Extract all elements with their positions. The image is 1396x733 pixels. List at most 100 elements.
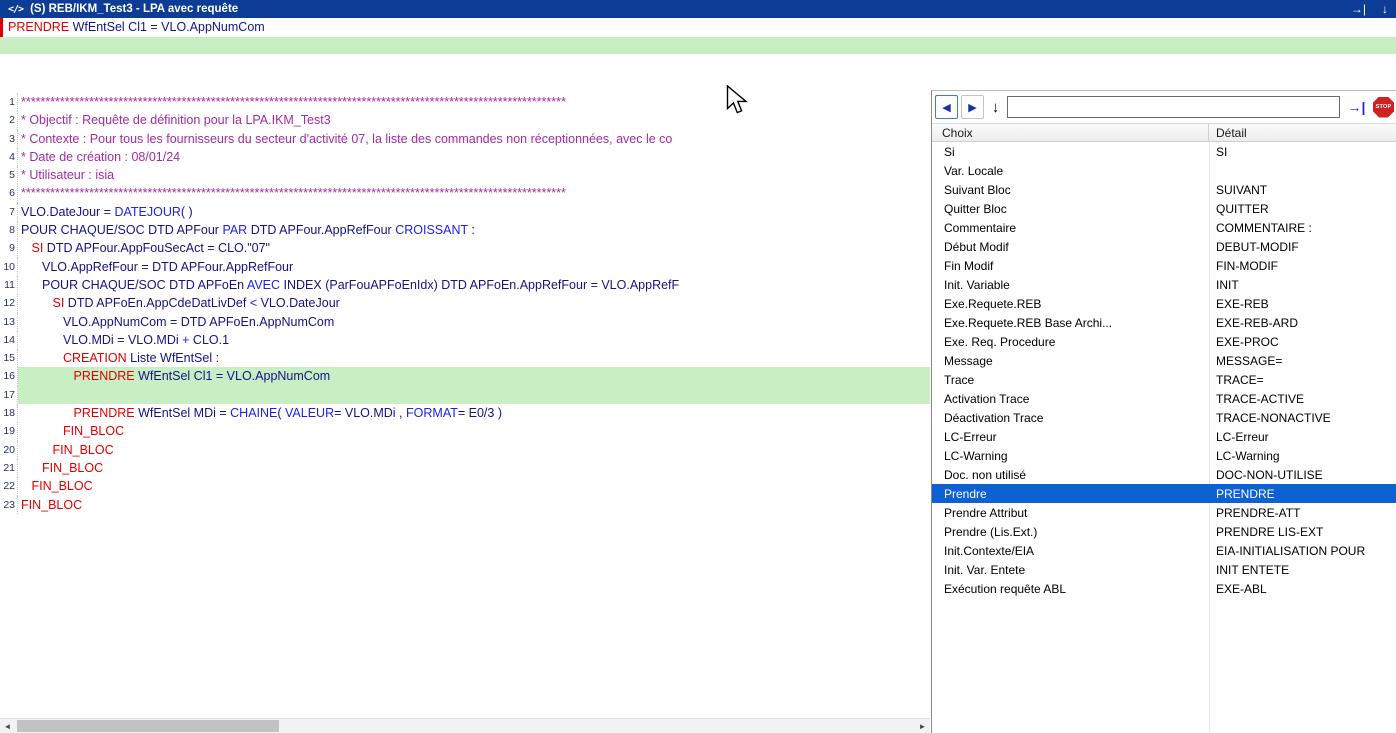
- code-line-content[interactable]: VLO.MDi = VLO.MDi + CLO.1: [18, 331, 930, 349]
- code-line[interactable]: 9SI DTD APFour.AppFouSecAct = CLO."07": [0, 239, 930, 257]
- code-segment: DTD APFour.AppFouSecAct = CLO."07": [43, 241, 270, 255]
- scroll-right-button[interactable]: ►: [915, 719, 930, 733]
- code-line[interactable]: 11POUR CHAQUE/SOC DTD APFoEn AVEC INDEX …: [0, 276, 930, 294]
- code-line[interactable]: 13VLO.AppNumCom = DTD APFoEn.AppNumCom: [0, 313, 930, 331]
- code-line-content[interactable]: ****************************************…: [18, 93, 930, 111]
- code-line-content[interactable]: PRENDRE WfEntSel MDi = CHAINE( VALEUR= V…: [18, 404, 930, 422]
- code-line[interactable]: 6***************************************…: [0, 184, 930, 202]
- code-line-content[interactable]: FIN_BLOC: [18, 477, 930, 495]
- choice-row[interactable]: TraceTRACE=: [932, 370, 1396, 389]
- code-line-content[interactable]: * Date de création : 08/01/24: [18, 148, 930, 166]
- code-line[interactable]: 18PRENDRE WfEntSel MDi = CHAINE( VALEUR=…: [0, 404, 930, 422]
- choice-row[interactable]: Exe. Req. ProcedureEXE-PROC: [932, 332, 1396, 351]
- column-header-choix[interactable]: Choix: [932, 124, 1209, 141]
- code-editor[interactable]: 1***************************************…: [0, 90, 930, 733]
- choice-row[interactable]: PrendrePRENDRE: [932, 484, 1396, 503]
- choice-row[interactable]: MessageMESSAGE=: [932, 351, 1396, 370]
- code-line[interactable]: 4* Date de création : 08/01/24: [0, 148, 930, 166]
- scrollbar-track[interactable]: [15, 719, 915, 733]
- choice-row[interactable]: Init. Var. EnteteINIT ENTETE: [932, 560, 1396, 579]
- choice-row[interactable]: Suivant BlocSUIVANT: [932, 180, 1396, 199]
- horizontal-scrollbar[interactable]: ◄ ►: [0, 718, 930, 733]
- code-line[interactable]: 16PRENDRE WfEntSel Cl1 = VLO.AppNumCom: [0, 367, 930, 385]
- code-line-content[interactable]: CREATION Liste WfEntSel :: [18, 349, 930, 367]
- code-segment: :: [468, 223, 475, 237]
- insert-down-button[interactable]: ↓: [987, 95, 1004, 119]
- code-line[interactable]: 5* Utilisateur : isia: [0, 166, 930, 184]
- choice-row[interactable]: Prendre (Lis.Ext.)PRENDRE LIS-EXT: [932, 522, 1396, 541]
- choice-row[interactable]: Init. VariableINIT: [932, 275, 1396, 294]
- code-line[interactable]: 1***************************************…: [0, 93, 930, 111]
- code-line[interactable]: 3* Contexte : Pour tous les fournisseurs…: [0, 130, 930, 148]
- code-line-content[interactable]: ****************************************…: [18, 184, 930, 202]
- code-line-content[interactable]: * Utilisateur : isia: [18, 166, 930, 184]
- choice-row[interactable]: CommentaireCOMMENTAIRE :: [932, 218, 1396, 237]
- code-line[interactable]: 15CREATION Liste WfEntSel :: [0, 349, 930, 367]
- code-line-content[interactable]: FIN_BLOC: [18, 459, 930, 477]
- search-input[interactable]: [1007, 96, 1340, 118]
- choice-row[interactable]: Déactivation TraceTRACE-NONACTIVE: [932, 408, 1396, 427]
- code-line-content[interactable]: FIN_BLOC: [18, 496, 930, 514]
- next-button[interactable]: ▶: [961, 95, 984, 119]
- choice-cell: Début Modif: [932, 240, 1209, 254]
- scroll-left-button[interactable]: ◄: [0, 719, 15, 733]
- code-line[interactable]: 19FIN_BLOC: [0, 422, 930, 440]
- code-line-content[interactable]: PRENDRE WfEntSel Cl1 = VLO.AppNumCom: [18, 367, 930, 385]
- code-line[interactable]: 22FIN_BLOC: [0, 477, 930, 495]
- column-header-detail[interactable]: Détail: [1209, 124, 1396, 141]
- down-arrow-titlebar-icon[interactable]: ↓: [1382, 2, 1388, 16]
- choice-cell: Fin Modif: [932, 259, 1209, 273]
- code-line[interactable]: 2* Objectif : Requête de définition pour…: [0, 111, 930, 129]
- choice-row[interactable]: Exécution requête ABLEXE-ABL: [932, 579, 1396, 598]
- code-line-content[interactable]: POUR CHAQUE/SOC DTD APFoEn AVEC INDEX (P…: [18, 276, 930, 294]
- code-line[interactable]: 20FIN_BLOC: [0, 441, 930, 459]
- choice-row[interactable]: Exe.Requete.REBEXE-REB: [932, 294, 1396, 313]
- code-line[interactable]: 14VLO.MDi = VLO.MDi + CLO.1: [0, 331, 930, 349]
- current-statement-line[interactable]: PRENDRE WfEntSel Cl1 = VLO.AppNumCom: [0, 18, 1396, 37]
- choice-row[interactable]: LC-WarningLC-Warning: [932, 446, 1396, 465]
- code-segment: CHAINE: [230, 406, 277, 420]
- code-line-content[interactable]: FIN_BLOC: [18, 441, 930, 459]
- code-line[interactable]: 8POUR CHAQUE/SOC DTD APFour PAR DTD APFo…: [0, 221, 930, 239]
- execute-button[interactable]: →|: [1343, 95, 1370, 119]
- code-line-content[interactable]: POUR CHAQUE/SOC DTD APFour PAR DTD APFou…: [18, 221, 930, 239]
- scrollbar-thumb[interactable]: [17, 720, 279, 732]
- code-line-content[interactable]: SI DTD APFour.AppFouSecAct = CLO."07": [18, 239, 930, 257]
- code-line[interactable]: 21FIN_BLOC: [0, 459, 930, 477]
- code-segment: WfEntSel MDi =: [135, 406, 231, 420]
- choice-row[interactable]: LC-ErreurLC-Erreur: [932, 427, 1396, 446]
- code-line[interactable]: 12SI DTD APFoEn.AppCdeDatLivDef < VLO.Da…: [0, 294, 930, 312]
- line-number: 4: [0, 148, 18, 166]
- code-line[interactable]: 7VLO.DateJour = DATEJOUR( ): [0, 203, 930, 221]
- choice-row[interactable]: Init.Contexte/EIAEIA-INITIALISATION POUR: [932, 541, 1396, 560]
- previous-button[interactable]: ◀: [935, 95, 958, 119]
- goto-end-titlebar-icon[interactable]: →|: [1351, 2, 1366, 16]
- choice-row[interactable]: Doc. non utiliséDOC-NON-UTILISE: [932, 465, 1396, 484]
- code-line[interactable]: 23FIN_BLOC: [0, 496, 930, 514]
- code-line-content[interactable]: VLO.DateJour = DATEJOUR( ): [18, 203, 930, 221]
- code-line[interactable]: 17: [0, 386, 930, 404]
- choice-row[interactable]: Fin ModifFIN-MODIF: [932, 256, 1396, 275]
- choice-row[interactable]: Var. Locale: [932, 161, 1396, 180]
- choice-row[interactable]: SiSI: [932, 142, 1396, 161]
- code-lines: 1***************************************…: [0, 93, 930, 514]
- code-segment: DTD APFoEn.AppCdeDatLivDef: [64, 296, 250, 310]
- statement-highlight-row[interactable]: [0, 37, 1396, 54]
- code-line[interactable]: 10VLO.AppRefFour = DTD APFour.AppRefFour: [0, 258, 930, 276]
- stop-button[interactable]: STOP: [1373, 97, 1394, 118]
- choice-row[interactable]: Début ModifDEBUT-MODIF: [932, 237, 1396, 256]
- code-line-content[interactable]: * Objectif : Requête de définition pour …: [18, 111, 930, 129]
- choice-row[interactable]: Quitter BlocQUITTER: [932, 199, 1396, 218]
- choice-row[interactable]: Prendre AttributPRENDRE-ATT: [932, 503, 1396, 522]
- choice-row[interactable]: Exe.Requete.REB Base Archi...EXE-REB-ARD: [932, 313, 1396, 332]
- code-line-content[interactable]: [18, 386, 930, 404]
- line-number: 20: [0, 441, 18, 459]
- code-line-content[interactable]: FIN_BLOC: [18, 422, 930, 440]
- code-line-content[interactable]: VLO.AppNumCom = DTD APFoEn.AppNumCom: [18, 313, 930, 331]
- choice-cell: Exe.Requete.REB Base Archi...: [932, 316, 1209, 330]
- code-line-content[interactable]: VLO.AppRefFour = DTD APFour.AppRefFour: [18, 258, 930, 276]
- choice-row[interactable]: Activation TraceTRACE-ACTIVE: [932, 389, 1396, 408]
- code-line-content[interactable]: SI DTD APFoEn.AppCdeDatLivDef < VLO.Date…: [18, 294, 930, 312]
- code-line-content[interactable]: * Contexte : Pour tous les fournisseurs …: [18, 130, 930, 148]
- detail-cell: EXE-ABL: [1209, 582, 1396, 596]
